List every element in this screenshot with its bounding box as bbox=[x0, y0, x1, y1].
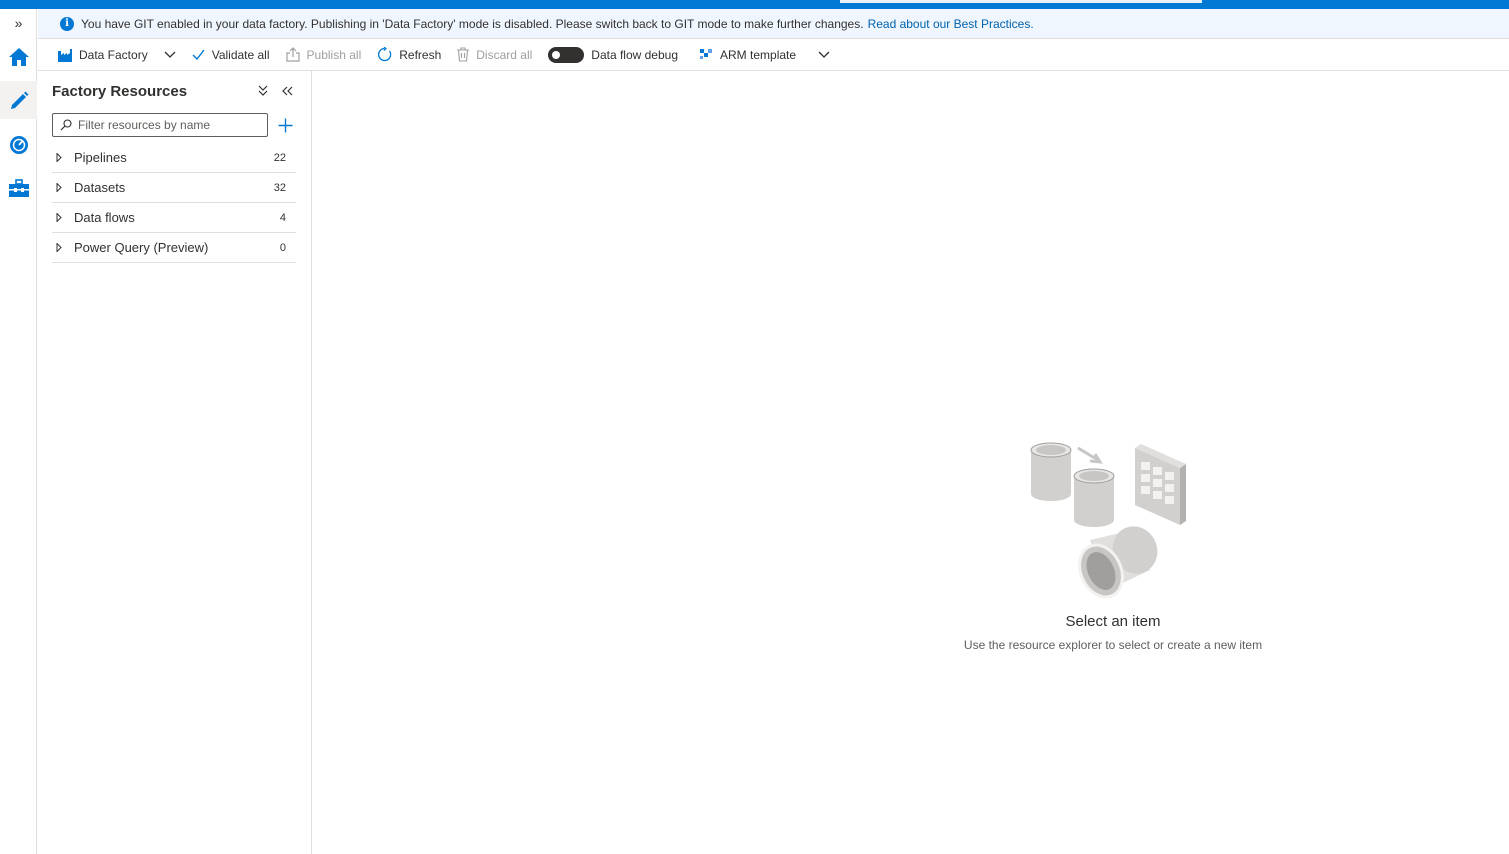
tree-item-label: Power Query (Preview) bbox=[74, 240, 209, 255]
home-icon bbox=[8, 48, 29, 66]
publish-all-button[interactable]: Publish all bbox=[285, 39, 362, 71]
data-flow-debug-toggle[interactable]: Data flow debug bbox=[548, 39, 678, 71]
data-flow-debug-label: Data flow debug bbox=[591, 47, 679, 62]
filter-resources-search[interactable] bbox=[52, 113, 268, 137]
author-nav-button[interactable] bbox=[0, 81, 37, 119]
tree-item-count: 0 bbox=[279, 241, 286, 254]
tree-item-count: 32 bbox=[273, 181, 286, 194]
git-info-banner: i You have GIT enabled in your data fact… bbox=[38, 9, 1509, 39]
tree-item-label: Pipelines bbox=[74, 150, 127, 165]
tree-item-data-flows[interactable]: Data flows 4 bbox=[52, 203, 296, 233]
collapse-panel-icon[interactable] bbox=[280, 83, 294, 99]
collapse-all-icon[interactable] bbox=[256, 83, 270, 99]
publish-icon bbox=[285, 47, 300, 62]
validate-all-button[interactable]: Validate all bbox=[192, 39, 270, 71]
author-pencil-icon bbox=[10, 91, 28, 109]
chevron-down-icon[interactable] bbox=[818, 51, 830, 59]
banner-message: You have GIT enabled in your data factor… bbox=[81, 16, 864, 31]
manage-nav-button[interactable] bbox=[0, 169, 37, 207]
panel-title: Factory Resources bbox=[52, 83, 188, 100]
caret-right-icon[interactable] bbox=[52, 153, 74, 162]
tree-item-count: 4 bbox=[279, 211, 286, 224]
caret-right-icon[interactable] bbox=[52, 243, 74, 252]
tree-item-label: Datasets bbox=[74, 180, 126, 195]
plus-icon bbox=[278, 118, 292, 132]
top-accent-bar bbox=[0, 0, 1509, 9]
resource-tree: Pipelines 22 Datasets 32 Data flows 4 Po… bbox=[52, 143, 296, 263]
chevron-down-icon[interactable] bbox=[164, 51, 176, 59]
discard-all-button[interactable]: Discard all bbox=[457, 39, 532, 71]
empty-state-illustration-icon bbox=[1030, 442, 1186, 599]
empty-state-title: Select an item bbox=[1065, 613, 1161, 630]
arm-template-button[interactable]: ARM template bbox=[700, 39, 830, 71]
factory-icon bbox=[58, 48, 72, 62]
caret-right-icon[interactable] bbox=[52, 183, 74, 192]
monitor-nav-button[interactable] bbox=[0, 126, 37, 164]
arm-template-label: ARM template bbox=[720, 47, 797, 62]
validate-all-label: Validate all bbox=[211, 47, 270, 62]
refresh-label: Refresh bbox=[399, 47, 442, 62]
data-factory-button[interactable]: Data Factory bbox=[58, 39, 176, 71]
checkmark-icon bbox=[192, 49, 205, 60]
toolbar: Data Factory Validate all Publish all Re… bbox=[38, 39, 1509, 71]
add-resource-button[interactable] bbox=[276, 115, 294, 135]
manage-toolbox-icon bbox=[8, 179, 29, 197]
info-icon: i bbox=[60, 16, 74, 31]
tree-item-count: 22 bbox=[273, 151, 286, 164]
filter-resources-input[interactable] bbox=[78, 118, 258, 132]
tree-item-pipelines[interactable]: Pipelines 22 bbox=[52, 143, 296, 173]
factory-resources-panel: Factory Resources Pipelines 22 Datasets … bbox=[38, 71, 312, 854]
data-factory-label: Data Factory bbox=[79, 47, 148, 62]
tree-item-power-query[interactable]: Power Query (Preview) 0 bbox=[52, 233, 296, 263]
tree-item-datasets[interactable]: Datasets 32 bbox=[52, 173, 296, 203]
best-practices-link[interactable]: Read about our Best Practices. bbox=[868, 17, 1034, 31]
discard-all-label: Discard all bbox=[476, 47, 533, 62]
refresh-button[interactable]: Refresh bbox=[377, 39, 441, 71]
arm-template-icon bbox=[700, 49, 713, 59]
toggle-switch[interactable] bbox=[548, 46, 585, 63]
publish-all-label: Publish all bbox=[306, 47, 362, 62]
expand-nav-icon[interactable]: » bbox=[0, 13, 37, 33]
caret-right-icon[interactable] bbox=[52, 213, 74, 222]
refresh-icon bbox=[378, 47, 392, 62]
empty-state-subtitle: Use the resource explorer to select or c… bbox=[963, 638, 1263, 652]
monitor-icon bbox=[9, 136, 28, 154]
search-icon bbox=[60, 119, 72, 131]
left-navigation: » bbox=[0, 9, 37, 854]
trash-icon bbox=[457, 47, 470, 62]
home-nav-button[interactable] bbox=[0, 38, 37, 76]
tree-item-label: Data flows bbox=[74, 210, 135, 225]
empty-state: Select an item Use the resource explorer… bbox=[940, 440, 1286, 652]
